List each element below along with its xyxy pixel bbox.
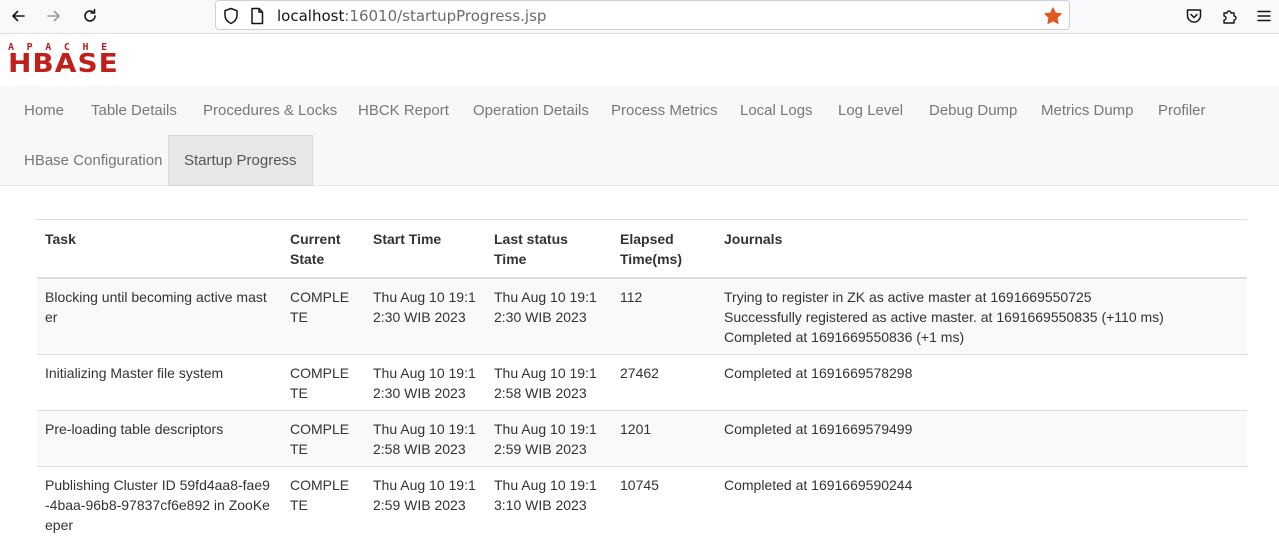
nav-log-level[interactable]: Log Level [823, 86, 918, 136]
cell-elapsed: 1201 [612, 411, 716, 467]
header-journals: Journals [716, 220, 1247, 279]
cell-state: COMPLETE [282, 411, 365, 467]
cell-elapsed: 10745 [612, 467, 716, 542]
journal-entry: Completed at 1691669550836 (+1 ms) [724, 327, 1239, 347]
nav-procedures-locks[interactable]: Procedures & Locks [188, 86, 352, 136]
table-row: Blocking until becoming active master CO… [37, 278, 1247, 355]
puzzle-icon [1221, 7, 1239, 25]
cell-last-time: Thu Aug 10 19:12:30 WIB 2023 [486, 278, 612, 355]
nav-home[interactable]: Home [9, 86, 79, 136]
hbase-logo[interactable]: APACHE HBASE [8, 42, 148, 78]
cell-elapsed: 27462 [612, 355, 716, 411]
cell-task: Initializing Master file system [37, 355, 282, 411]
cell-start-time: Thu Aug 10 19:12:30 WIB 2023 [365, 355, 486, 411]
header-elapsed-time: Elapsed Time(ms) [612, 220, 716, 279]
reload-button[interactable] [77, 4, 103, 28]
cell-last-time: Thu Aug 10 19:12:59 WIB 2023 [486, 411, 612, 467]
logo-hbase-text: HBASE [8, 48, 119, 78]
reload-icon [82, 8, 98, 24]
nav-hbase-configuration[interactable]: HBase Configuration [9, 136, 177, 186]
table-row: Pre-loading table descriptors COMPLETE T… [37, 411, 1247, 467]
forward-button[interactable] [41, 4, 67, 28]
nav-profiler[interactable]: Profiler [1143, 86, 1221, 136]
bookmark-star-icon[interactable] [1043, 6, 1063, 26]
browser-toolbar: localhost:16010/startupProgress.jsp [0, 0, 1279, 34]
shield-icon[interactable] [222, 7, 240, 25]
cell-journals: Completed at 1691669579499 [716, 411, 1247, 467]
cell-last-time: Thu Aug 10 19:13:10 WIB 2023 [486, 467, 612, 542]
cell-state: COMPLETE [282, 355, 365, 411]
nav-operation-details[interactable]: Operation Details [458, 86, 604, 136]
hamburger-menu-icon [1255, 7, 1273, 25]
cell-elapsed: 112 [612, 278, 716, 355]
cell-state: COMPLETE [282, 467, 365, 542]
journal-entry: Trying to register in ZK as active maste… [724, 287, 1239, 307]
extensions-button[interactable] [1220, 6, 1240, 26]
nav-hbck-report[interactable]: HBCK Report [343, 86, 464, 136]
nav-process-metrics[interactable]: Process Metrics [596, 86, 733, 136]
startup-progress-table: Task Current State Start Time Last statu… [37, 219, 1247, 542]
nav-local-logs[interactable]: Local Logs [725, 86, 828, 136]
address-bar[interactable]: localhost:16010/startupProgress.jsp [215, 0, 1070, 30]
cell-start-time: Thu Aug 10 19:12:59 WIB 2023 [365, 467, 486, 542]
header-current-state: Current State [282, 220, 365, 279]
journal-entry: Completed at 1691669590244 [724, 475, 1239, 495]
table-header-row: Task Current State Start Time Last statu… [37, 220, 1247, 279]
cell-task: Pre-loading table descriptors [37, 411, 282, 467]
url-text[interactable]: localhost:16010/startupProgress.jsp [277, 7, 546, 25]
cell-last-time: Thu Aug 10 19:12:58 WIB 2023 [486, 355, 612, 411]
cell-task: Blocking until becoming active master [37, 278, 282, 355]
cell-journals: Completed at 1691669590244 [716, 467, 1247, 542]
cell-journals: Completed at 1691669578298 [716, 355, 1247, 411]
journal-entry: Successfully registered as active master… [724, 307, 1239, 327]
nav-startup-progress[interactable]: Startup Progress [168, 135, 313, 186]
cell-start-time: Thu Aug 10 19:12:30 WIB 2023 [365, 278, 486, 355]
header-start-time: Start Time [365, 220, 486, 279]
cell-journals: Trying to register in ZK as active maste… [716, 278, 1247, 355]
nav-debug-dump[interactable]: Debug Dump [914, 86, 1032, 136]
cell-state: COMPLETE [282, 278, 365, 355]
top-navigation: Home Table Details Procedures & Locks HB… [0, 86, 1279, 186]
header-last-status-time: Last status Time [486, 220, 612, 279]
back-button[interactable] [5, 4, 31, 28]
cell-task: Publishing Cluster ID 59fd4aa8-fae9-4baa… [37, 467, 282, 542]
table-row: Publishing Cluster ID 59fd4aa8-fae9-4baa… [37, 467, 1247, 542]
header-task: Task [37, 220, 282, 279]
pocket-icon [1185, 7, 1203, 25]
menu-button[interactable] [1254, 6, 1274, 26]
back-arrow-icon [10, 8, 26, 24]
pocket-button[interactable] [1184, 6, 1204, 26]
page-info-icon[interactable] [249, 7, 265, 25]
nav-metrics-dump[interactable]: Metrics Dump [1026, 86, 1149, 136]
journal-entry: Completed at 1691669578298 [724, 363, 1239, 383]
nav-table-details[interactable]: Table Details [76, 86, 192, 136]
forward-arrow-icon [46, 8, 62, 24]
cell-start-time: Thu Aug 10 19:12:58 WIB 2023 [365, 411, 486, 467]
journal-entry: Completed at 1691669579499 [724, 419, 1239, 439]
table-row: Initializing Master file system COMPLETE… [37, 355, 1247, 411]
